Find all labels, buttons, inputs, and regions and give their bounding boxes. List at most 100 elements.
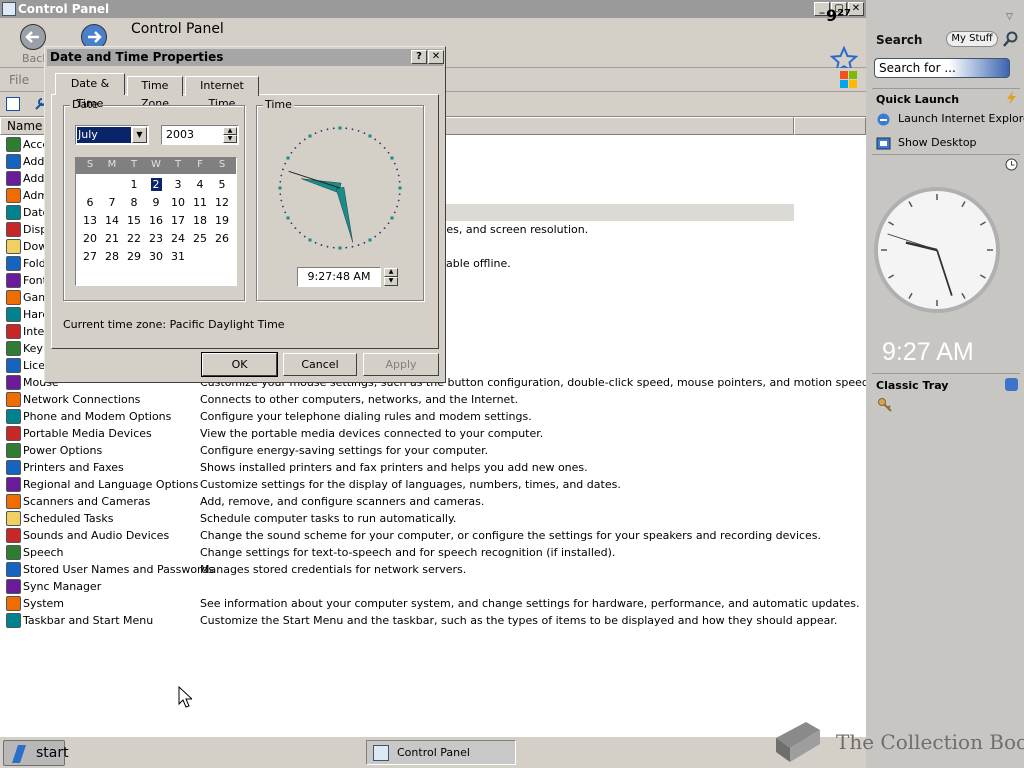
tray-settings-icon[interactable]: [1005, 378, 1018, 391]
calendar-day[interactable]: 28: [101, 248, 123, 266]
dialog-title: Date and Time Properties: [50, 50, 224, 64]
apply-button[interactable]: Apply: [363, 353, 439, 376]
taskbar: start Control Panel: [0, 736, 866, 768]
start-button[interactable]: start: [3, 740, 69, 766]
list-item[interactable]: Scanners and Cameras Add, remove, and con…: [0, 493, 866, 510]
window-title-bar[interactable]: Control Panel _ ▢ ✕: [0, 0, 866, 18]
minute-tick: [374, 138, 377, 141]
list-item[interactable]: Regional and Language Options Customize s…: [0, 476, 866, 493]
calendar-day[interactable]: 3: [167, 176, 189, 194]
hour-tick: [308, 134, 312, 138]
tab-internet-time[interactable]: Internet Time: [185, 76, 259, 110]
classic-tray-title: Classic Tray: [876, 379, 949, 392]
list-item[interactable]: Taskbar and Start Menu Customize the Star…: [0, 612, 866, 629]
calendar-day[interactable]: 18: [189, 212, 211, 230]
quick-launch-show-desktop[interactable]: Show Desktop: [874, 134, 1024, 152]
calendar-day[interactable]: 17: [167, 212, 189, 230]
tab-time-zone[interactable]: Time Zone: [127, 76, 183, 110]
calendar-day-number: 3: [174, 178, 182, 191]
list-item[interactable]: Scheduled Tasks Schedule computer tasks t…: [0, 510, 866, 527]
quick-launch-ie-label: Launch Internet Explorer Browser: [898, 112, 1024, 125]
calendar-day[interactable]: 29: [123, 248, 145, 266]
month-select[interactable]: July ▼: [75, 125, 149, 145]
cancel-button[interactable]: Cancel: [283, 353, 357, 376]
start-logo-icon: [12, 745, 26, 763]
calendar-day[interactable]: 12: [211, 194, 233, 212]
calendar-day[interactable]: 25: [189, 230, 211, 248]
ok-button[interactable]: OK: [201, 352, 278, 377]
chevron-down-icon[interactable]: ▽: [1006, 12, 1013, 22]
list-item-name: Add: [23, 172, 45, 185]
quick-launch-ie[interactable]: Launch Internet Explorer Browser: [874, 110, 1024, 128]
list-item[interactable]: Power Options Configure energy-saving set…: [0, 442, 866, 459]
chevron-down-icon[interactable]: ▼: [132, 127, 147, 143]
menu-file[interactable]: File: [9, 73, 29, 87]
calendar-day[interactable]: 22: [123, 230, 145, 248]
minute-tick: [357, 130, 360, 132]
minute-tick: [393, 211, 396, 214]
calendar-day[interactable]: 23: [145, 230, 167, 248]
spin-up-icon[interactable]: ▲: [384, 268, 398, 277]
close-pane-icon[interactable]: [6, 97, 20, 111]
minute-tick: [397, 174, 400, 177]
list-item[interactable]: Sounds and Audio Devices Change the sound…: [0, 527, 866, 544]
calendar-day-number: 20: [83, 232, 97, 245]
calendar-day[interactable]: 10: [167, 194, 189, 212]
dialog-close-button[interactable]: ✕: [428, 50, 444, 64]
calendar-day[interactable]: 21: [101, 230, 123, 248]
calendar-day[interactable]: 26: [211, 230, 233, 248]
calendar-day[interactable]: 20: [79, 230, 101, 248]
calendar-day[interactable]: 16: [145, 212, 167, 230]
calendar-day[interactable]: 9: [145, 194, 167, 212]
calendar-day[interactable]: 4: [189, 176, 211, 194]
calendar-day[interactable]: 19: [211, 212, 233, 230]
time-field[interactable]: 9:27:48 AM: [297, 267, 381, 287]
back-button[interactable]: [20, 24, 46, 50]
list-item[interactable]: Portable Media Devices View the portable …: [0, 425, 866, 442]
tray-keys-icon[interactable]: [877, 397, 893, 413]
list-item-name: Printers and Faxes: [23, 461, 124, 474]
tray-clock[interactable]: 9²⁷: [826, 6, 851, 25]
list-item[interactable]: Speech Change settings for text-to-speech…: [0, 544, 866, 561]
list-item[interactable]: System See information about your compute…: [0, 595, 866, 612]
calendar-day[interactable]: 2: [145, 176, 167, 194]
calendar-day[interactable]: 15: [123, 212, 145, 230]
calendar-day[interactable]: 24: [167, 230, 189, 248]
second-hand: [288, 170, 341, 189]
calendar-day[interactable]: 5: [211, 176, 233, 194]
spin-up-icon[interactable]: ▲: [223, 127, 237, 135]
list-item-description: See information about your computer syst…: [200, 597, 860, 610]
dialog-title-bar[interactable]: Date and Time Properties ? ✕: [47, 49, 444, 66]
calendar-day-number: 23: [149, 232, 163, 245]
calendar-day[interactable]: 27: [79, 248, 101, 266]
help-button[interactable]: ?: [411, 50, 427, 64]
list-item[interactable]: Phone and Modem Options Configure your te…: [0, 408, 866, 425]
calendar-day[interactable]: 14: [101, 212, 123, 230]
taskbar-icon: [6, 613, 21, 628]
list-item[interactable]: Printers and Faxes Shows installed printe…: [0, 459, 866, 476]
my-stuff-button[interactable]: My Stuff: [946, 31, 998, 47]
tab-date-time[interactable]: Date & Time: [55, 73, 125, 110]
calendar-day[interactable]: 30: [145, 248, 167, 266]
calendar-day[interactable]: 8: [123, 194, 145, 212]
column-header-extra[interactable]: [794, 117, 866, 135]
search-input[interactable]: Search for ...: [874, 58, 1010, 78]
list-item[interactable]: Network Connections Connects to other com…: [0, 391, 866, 408]
calendar-day[interactable]: 11: [189, 194, 211, 212]
list-item[interactable]: Sync Manager: [0, 578, 866, 595]
calendar-day-number: 22: [127, 232, 141, 245]
taskbar-item-control-panel[interactable]: Control Panel: [366, 740, 516, 765]
calendar-day[interactable]: 7: [101, 194, 123, 212]
list-item-description: Add, remove, and configure scanners and …: [200, 495, 485, 508]
search-icon[interactable]: [1002, 30, 1020, 48]
calendar-day[interactable]: 6: [79, 194, 101, 212]
calendar-day[interactable]: 1: [123, 176, 145, 194]
calendar-day-number: 4: [196, 178, 204, 191]
calendar-day[interactable]: 31: [167, 248, 189, 266]
year-spinner[interactable]: 2003 ▲ ▼: [161, 125, 239, 145]
time-spinner[interactable]: ▲ ▼: [383, 267, 399, 287]
spin-down-icon[interactable]: ▼: [384, 277, 398, 286]
list-item[interactable]: Stored User Names and Passwords Manages s…: [0, 561, 866, 578]
calendar-day[interactable]: 13: [79, 212, 101, 230]
spin-down-icon[interactable]: ▼: [223, 135, 237, 143]
